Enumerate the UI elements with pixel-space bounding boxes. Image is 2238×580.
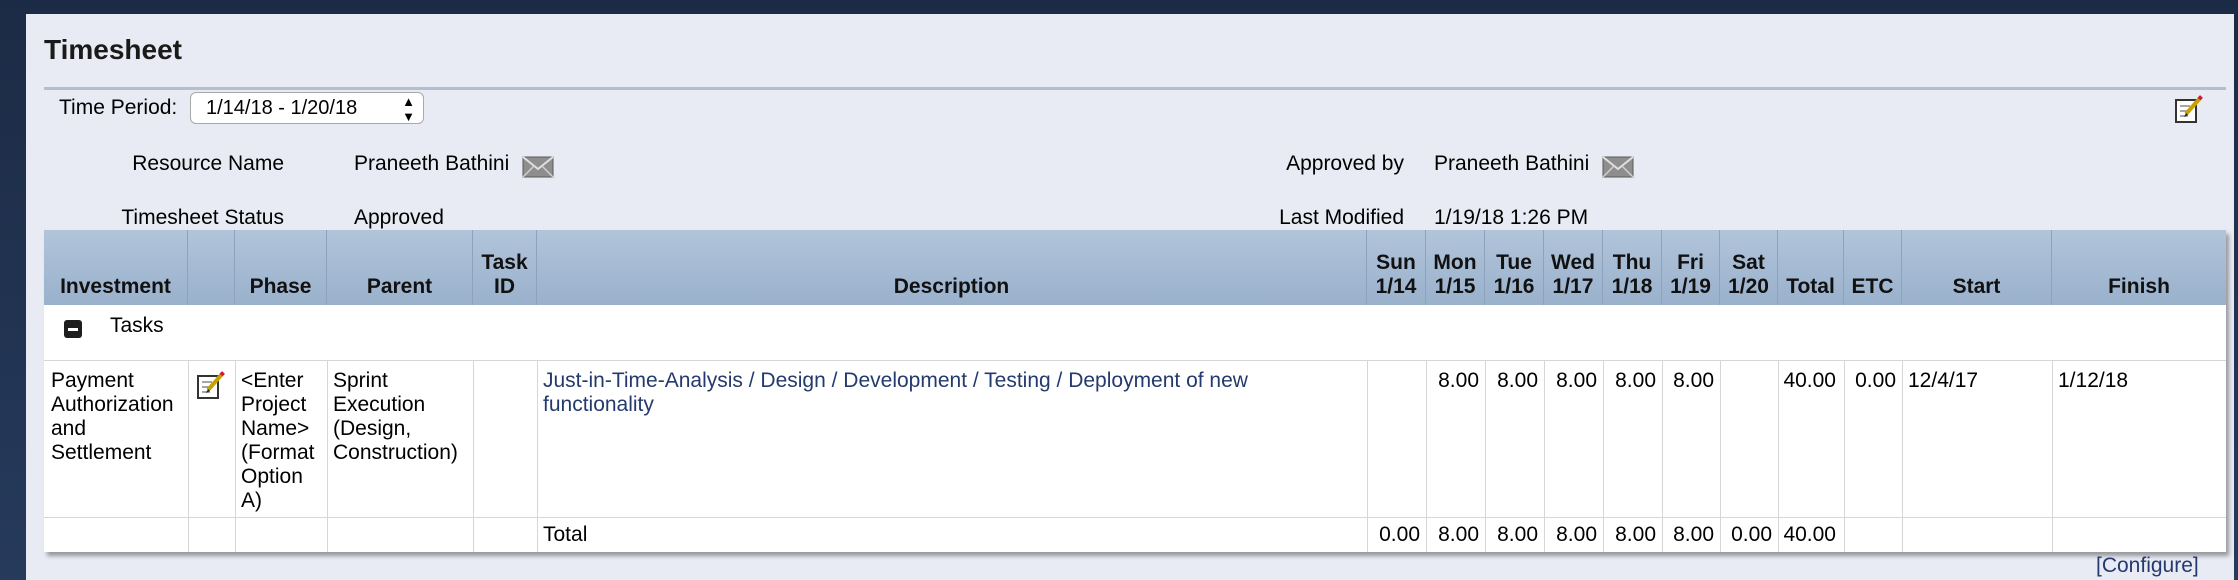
timesheet-status-label: Timesheet Status bbox=[121, 206, 284, 229]
envelope-icon[interactable] bbox=[1602, 155, 1634, 179]
cell-description[interactable]: Just-in-Time-Analysis / Design / Develop… bbox=[543, 369, 1363, 417]
configure-link[interactable]: [Configure] bbox=[2096, 554, 2199, 578]
total-sat: 0.00 bbox=[1731, 523, 1772, 546]
col-tue[interactable]: Tue 1/16 bbox=[1485, 230, 1544, 305]
col-start[interactable]: Start bbox=[1902, 230, 2052, 305]
total-total: 40.00 bbox=[1783, 523, 1836, 546]
cell-phase: <Enter Project Name> (Format Option A) bbox=[241, 369, 315, 512]
approved-by-value: Praneeth Bathini bbox=[1434, 152, 1590, 175]
total-sun: 0.00 bbox=[1379, 523, 1420, 546]
description-link[interactable]: Just-in-Time-Analysis / Design / Develop… bbox=[543, 369, 1248, 416]
col-thu[interactable]: Thu 1/18 bbox=[1603, 230, 1662, 305]
grid-header: Investment Phase Parent Task ID Descripti… bbox=[44, 230, 2226, 305]
tasks-group-label: Tasks bbox=[110, 314, 164, 337]
last-modified-label: Last Modified bbox=[1279, 206, 1404, 229]
col-etc[interactable]: ETC bbox=[1844, 230, 1902, 305]
row-divider bbox=[44, 517, 2226, 518]
col-investment[interactable]: Investment bbox=[44, 230, 188, 305]
col-wed[interactable]: Wed 1/17 bbox=[1544, 230, 1603, 305]
resource-name-value: Praneeth Bathini bbox=[354, 152, 510, 175]
cell-etc[interactable]: 0.00 bbox=[1844, 369, 1896, 393]
col-total[interactable]: Total bbox=[1778, 230, 1844, 305]
approved-by-label: Approved by bbox=[1286, 152, 1404, 175]
page-title: Timesheet bbox=[44, 34, 182, 65]
time-period-value: 1/14/18 - 1/20/18 bbox=[206, 97, 358, 119]
cell-thu[interactable]: 8.00 bbox=[1603, 369, 1656, 393]
cell-finish: 1/12/18 bbox=[2058, 369, 2129, 392]
totals-label: Total bbox=[543, 523, 588, 546]
total-thu: 8.00 bbox=[1615, 523, 1656, 546]
timesheet-grid: Investment Phase Parent Task ID Descripti… bbox=[44, 230, 2226, 552]
cell-wed[interactable]: 8.00 bbox=[1544, 369, 1597, 393]
edit-icon[interactable] bbox=[2174, 94, 2204, 124]
total-wed: 8.00 bbox=[1556, 523, 1597, 546]
col-description[interactable]: Description bbox=[537, 230, 1367, 305]
cell-total: 40.00 bbox=[1783, 369, 1836, 392]
col-finish[interactable]: Finish bbox=[2052, 230, 2226, 305]
cell-tue[interactable]: 8.00 bbox=[1485, 369, 1538, 393]
col-fri[interactable]: Fri 1/19 bbox=[1662, 230, 1720, 305]
cell-fri[interactable]: 8.00 bbox=[1662, 369, 1714, 393]
col-sat[interactable]: Sat 1/20 bbox=[1720, 230, 1778, 305]
col-edit bbox=[188, 230, 235, 305]
row-divider bbox=[44, 360, 2226, 361]
title-divider bbox=[44, 87, 2226, 90]
time-period-label: Time Period: bbox=[59, 96, 178, 119]
resource-name-label: Resource Name bbox=[132, 152, 284, 175]
select-arrows-icon: ▲ ▼ bbox=[402, 94, 415, 124]
envelope-icon[interactable] bbox=[522, 155, 554, 179]
total-tue: 8.00 bbox=[1497, 523, 1538, 546]
edit-icon[interactable] bbox=[196, 370, 226, 400]
col-mon[interactable]: Mon 1/15 bbox=[1426, 230, 1485, 305]
col-sun[interactable]: Sun 1/14 bbox=[1367, 230, 1426, 305]
total-mon: 8.00 bbox=[1438, 523, 1479, 546]
col-task-id[interactable]: Task ID bbox=[473, 230, 537, 305]
collapse-icon[interactable] bbox=[64, 320, 82, 338]
timesheet-status-value: Approved bbox=[354, 206, 444, 229]
last-modified-value: 1/19/18 1:26 PM bbox=[1434, 206, 1589, 229]
timesheet-panel: Timesheet Time Period: 1/14/18 - 1/20/18… bbox=[26, 14, 2234, 580]
cell-parent: Sprint Execution (Design, Construction) bbox=[333, 369, 458, 464]
col-parent[interactable]: Parent bbox=[327, 230, 473, 305]
col-phase[interactable]: Phase bbox=[235, 230, 327, 305]
time-period-select[interactable]: 1/14/18 - 1/20/18 ▲ ▼ bbox=[190, 92, 424, 124]
total-fri: 8.00 bbox=[1673, 523, 1714, 546]
cell-mon[interactable]: 8.00 bbox=[1426, 369, 1479, 393]
cell-investment: Payment Authorization and Settlement bbox=[51, 369, 174, 464]
cell-start: 12/4/17 bbox=[1908, 369, 1979, 392]
